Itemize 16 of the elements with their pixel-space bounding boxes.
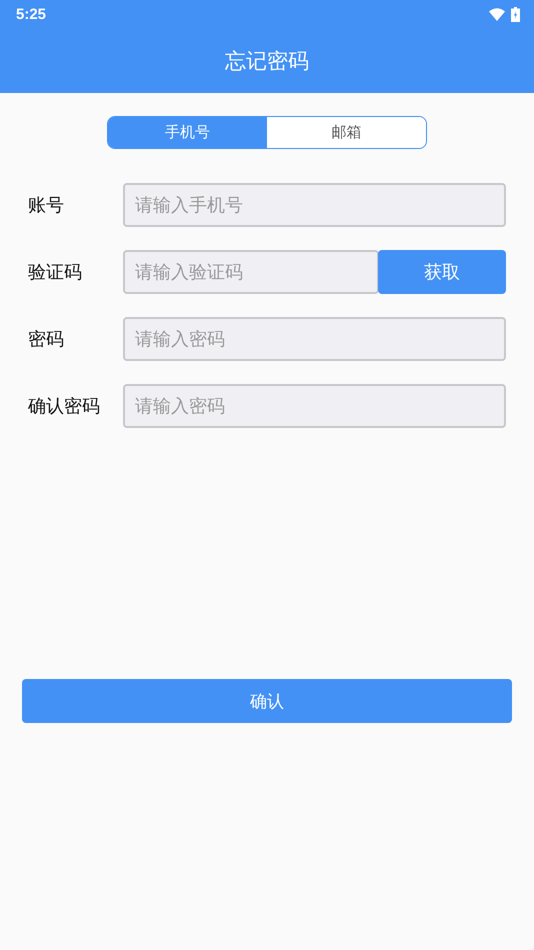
battery-icon [511, 6, 520, 22]
field-label: 账号 [28, 194, 65, 217]
input-field[interactable]: 请输入密码 [123, 384, 506, 428]
input-field[interactable]: 请输入验证码 [123, 250, 379, 294]
page-title: 忘记密码 [225, 48, 309, 74]
input-field[interactable]: 请输入手机号 [123, 183, 506, 227]
confirm-button[interactable]: 确认 [22, 679, 512, 723]
field-label: 验证码 [28, 261, 83, 284]
field-label: 密码 [28, 328, 65, 351]
field-label: 确认密码 [28, 395, 101, 418]
tab[interactable]: 手机号 [108, 117, 267, 148]
status-time: 5:25 [16, 6, 46, 22]
tab[interactable]: 邮箱 [267, 117, 426, 148]
get-code-button[interactable]: 获取 [378, 250, 506, 294]
wifi-icon [489, 8, 505, 20]
input-field[interactable]: 请输入密码 [123, 317, 506, 361]
